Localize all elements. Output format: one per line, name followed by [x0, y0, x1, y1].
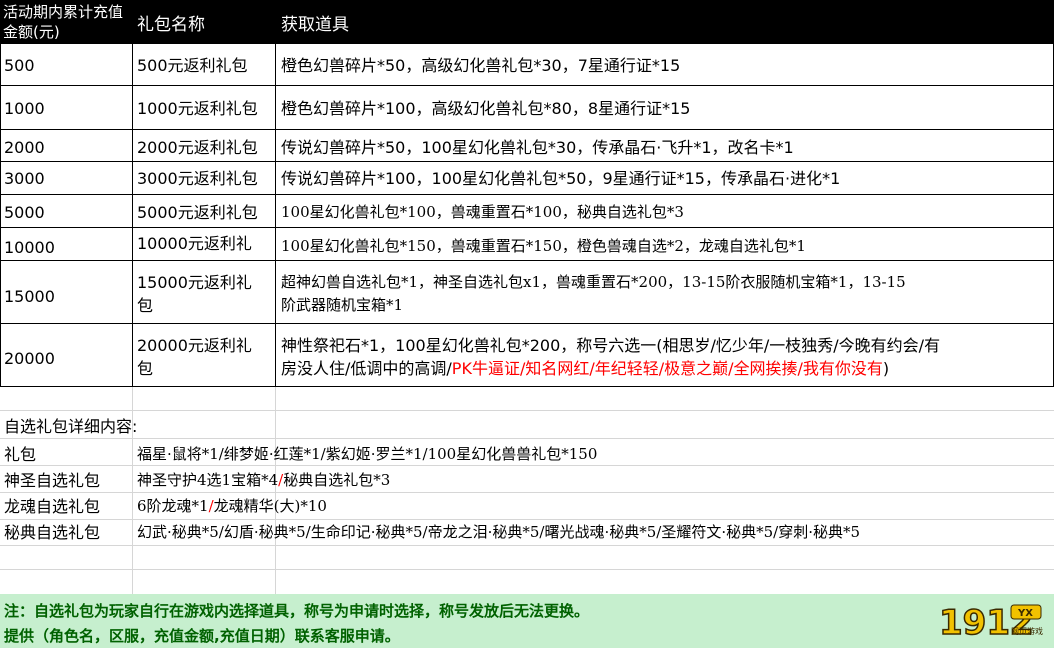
row-items: 神性祭祀石*1，100星幻化兽礼包*200，称号六选一(相思岁/忆少年/一枝独秀… [281, 336, 941, 355]
row-items: 超神幻兽自选礼包*1，神圣自选礼包x1，兽魂重置石*200，13-15阶衣服随机… [281, 273, 906, 291]
row-amount: 1000 [4, 99, 45, 118]
detail-name: 龙魂自选礼包 [4, 497, 101, 516]
detail-content-part: 秘典自选礼包*3 [283, 471, 391, 489]
row-package-name: 15000元返利礼 [137, 273, 252, 292]
row-divider [0, 129, 1054, 130]
row-items: 传说幻兽碎片*100，100星幻化兽礼包*50，9星通行证*15，传承晶石·进化… [281, 169, 841, 188]
grid-line [0, 410, 1054, 411]
grid-line [0, 545, 1054, 546]
detail-content: 6阶龙魂*1/龙魂精华(大)*10 [137, 496, 327, 517]
row-package-name-cont: 包 [137, 359, 154, 378]
note-banner: 注：自选礼包为玩家自行在游戏内选择道具，称号为申请时选择，称号发放后无法更换。 … [0, 594, 1054, 648]
row-amount: 20000 [4, 349, 55, 368]
table-header: 活动期内累计充值金额(元) 礼包名称 获取道具 [0, 0, 1054, 44]
grid-line [0, 465, 1054, 466]
row-divider [0, 161, 1054, 162]
row-divider [0, 227, 1054, 228]
row-items: 100星幻化兽礼包*100，兽魂重置石*100，秘典自选礼包*3 [281, 203, 684, 221]
grid-line [0, 438, 1054, 439]
row-package-name: 1000元返利礼包 [137, 99, 258, 118]
header-amount: 活动期内累计充值金额(元) [3, 3, 124, 41]
row-package-name-cont: 包 [137, 296, 154, 315]
items-text: 房没人住/低调中的高调/ [281, 359, 452, 378]
row-package-name: 500元返利礼包 [137, 56, 248, 75]
logo-badge-text: YX [1017, 608, 1033, 619]
row-amount: 5000 [4, 203, 45, 222]
row-package-name: 3000元返利礼包 [137, 169, 258, 188]
row-amount: 10000 [4, 238, 55, 257]
header-items: 获取道具 [281, 14, 349, 35]
row-amount: 3000 [4, 169, 45, 188]
row-items: 橙色幻兽碎片*50，高级幻化兽礼包*30，7星通行证*15 [281, 56, 681, 75]
grid-line [0, 569, 1054, 570]
detail-content-part: 6阶龙魂*1 [137, 497, 209, 515]
detail-name: 礼包 [4, 445, 37, 464]
row-divider [0, 85, 1054, 86]
1912-logo: 1912 YX 网页游戏 [938, 602, 1043, 641]
items-highlight: PK牛逼证/知名网红/年纪轻轻/极意之巅/全网挨揍/我有你没有 [451, 359, 883, 378]
row-amount: 2000 [4, 138, 45, 157]
row-items: 传说幻兽碎片*50，100星幻化兽礼包*30，传承晶石·飞升*1，改名卡*1 [281, 138, 794, 157]
row-items: 橙色幻兽碎片*100，高级幻化兽礼包*80，8星通行证*15 [281, 99, 691, 118]
column-divider [132, 44, 133, 386]
detail-name: 秘典自选礼包 [4, 523, 101, 542]
row-items-cont: 房没人住/低调中的高调/PK牛逼证/知名网红/年纪轻轻/极意之巅/全网挨揍/我有… [281, 358, 889, 379]
row-package-name: 5000元返利礼包 [137, 203, 258, 222]
grid-line [0, 519, 1054, 520]
detail-content: 神圣守护4选1宝箱*4/秘典自选礼包*3 [137, 470, 390, 491]
detail-content-part: 龙魂精华(大)*10 [213, 497, 327, 515]
row-divider [0, 323, 1054, 324]
column-divider [0, 44, 1, 386]
row-divider [0, 260, 1054, 261]
row-divider [0, 194, 1054, 195]
row-divider [0, 386, 1054, 387]
detail-content: 福星·鼠将*1/绯梦姬·红莲*1/紫幻姬·罗兰*1/100星幻化兽兽礼包*150 [137, 445, 598, 463]
detail-content-part: 神圣守护4选1宝箱*4 [137, 471, 279, 489]
row-amount: 500 [4, 56, 35, 75]
row-amount: 15000 [4, 287, 55, 306]
grid-line [0, 492, 1054, 493]
note-line: 注：自选礼包为玩家自行在游戏内选择道具，称号为申请时选择，称号发放后无法更换。 [4, 602, 590, 620]
details-title: 自选礼包详细内容: [4, 417, 138, 436]
header-package-name: 礼包名称 [137, 14, 205, 35]
detail-content: 幻武·秘典*5/幻盾·秘典*5/生命印记·秘典*5/帝龙之泪·秘典*5/曙光战魂… [137, 523, 861, 541]
column-divider [275, 44, 276, 386]
row-package-name: 2000元返利礼包 [137, 138, 258, 157]
items-text: ) [882, 359, 890, 378]
row-package-name: 10000元返利礼 [137, 234, 252, 253]
row-items: 100星幻化兽礼包*150，兽魂重置石*150，橙色兽魂自选*2，龙魂自选礼包*… [281, 237, 806, 255]
logo-subtext: 网页游戏 [1011, 626, 1043, 636]
row-items-cont: 阶武器随机宝箱*1 [281, 296, 404, 314]
row-package-name: 20000元返利礼 [137, 336, 252, 355]
note-line: 提供（角色名，区服，充值金额,充值日期）联系客服申请。 [4, 627, 400, 645]
detail-name: 神圣自选礼包 [4, 471, 101, 490]
